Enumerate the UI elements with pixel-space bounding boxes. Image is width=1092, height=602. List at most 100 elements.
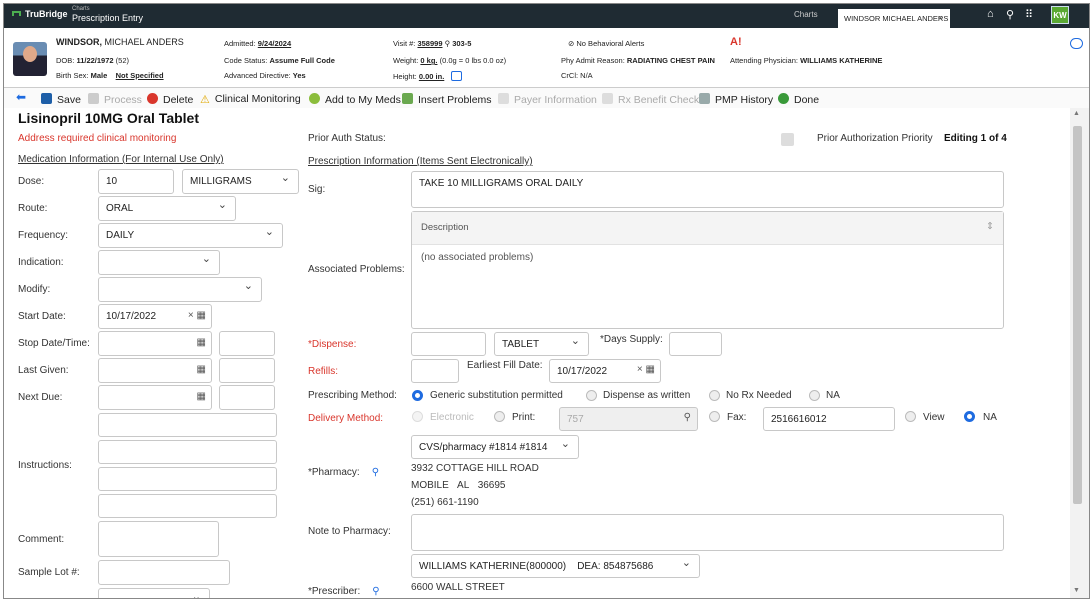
chat-icon[interactable] <box>1070 38 1083 49</box>
method-daw-radio[interactable] <box>586 390 597 401</box>
delivery-na-radio[interactable] <box>964 411 975 422</box>
visit-value[interactable]: 358999 <box>417 39 442 48</box>
scroll-up-icon[interactable]: ▲ <box>1073 110 1080 117</box>
calendar-icon[interactable]: × ▦ <box>637 364 655 375</box>
dose-unit-select[interactable]: MILLIGRAMS <box>182 169 299 194</box>
search-icon[interactable]: ⚲ <box>684 412 691 423</box>
vertical-scrollbar[interactable]: ▲ ▼ <box>1070 108 1089 598</box>
clinical-monitoring-button[interactable]: ⚠ Clinical Monitoring <box>200 93 301 106</box>
payer-information-button[interactable]: Payer Information <box>498 93 597 106</box>
allergy-alert-icon[interactable]: A! <box>730 36 742 48</box>
sample-lot-label: Sample Lot #: <box>18 567 80 578</box>
monitoring-warning[interactable]: Address required clinical monitoring <box>18 133 176 144</box>
method-na-radio[interactable] <box>809 390 820 401</box>
pharmacy-phone: (251) 661-1190 <box>411 497 479 508</box>
method-generic-radio[interactable] <box>412 390 423 401</box>
refills-input[interactable] <box>411 359 459 383</box>
instructions-line-1[interactable] <box>98 413 277 437</box>
method-daw-label[interactable]: Dispense as written <box>603 390 690 401</box>
sig-input[interactable]: TAKE 10 MILLIGRAMS ORAL DAILY <box>411 171 1004 208</box>
admitted-value[interactable]: 9/24/2024 <box>258 39 291 48</box>
physician-row: Attending Physician: WILLIAMS KATHERINE <box>730 56 882 65</box>
apps-grid-icon[interactable]: ⠿ <box>1025 8 1033 21</box>
prescriber-select[interactable]: WILLIAMS KATHERINE(800000) DEA: 85487568… <box>411 554 700 578</box>
calendar-icon[interactable]: ▦ <box>197 364 206 375</box>
delivery-na-label[interactable]: NA <box>983 412 997 423</box>
comment-input[interactable] <box>98 521 219 557</box>
instructions-line-4[interactable] <box>98 494 277 518</box>
days-supply-input[interactable] <box>669 332 722 356</box>
delivery-view-label[interactable]: View <box>923 412 945 423</box>
next-due-date-input[interactable]: ▦ <box>98 385 212 410</box>
pharmacy-select[interactable]: CVS/pharmacy #1814 #1814 <box>411 435 579 459</box>
weight-detail: (0.0g = 0 lbs 0.0 oz) <box>439 56 507 65</box>
stop-date-input[interactable]: ▦ <box>98 331 212 356</box>
note-to-pharmacy-input[interactable] <box>411 514 1004 551</box>
print-location-input[interactable]: 757 ⚲ <box>559 407 698 431</box>
dispense-qty-input[interactable] <box>411 332 486 356</box>
search-icon[interactable]: ⚲ <box>1006 8 1014 21</box>
delivery-fax-label[interactable]: Fax: <box>727 412 746 423</box>
home-icon[interactable]: ⌂ <box>987 8 994 20</box>
pharmacy-search-icon[interactable]: ⚲ <box>372 467 379 478</box>
earliest-fill-input[interactable]: 10/17/2022 × ▦ <box>549 359 661 383</box>
delete-button[interactable]: Delete <box>147 93 193 106</box>
last-given-date-input[interactable]: ▦ <box>98 358 212 383</box>
add-to-my-meds-button[interactable]: Add to My Meds <box>309 93 401 106</box>
calendar-icon[interactable]: ▦ <box>197 337 206 348</box>
weight-value[interactable]: 0 kg. <box>420 56 437 65</box>
prescriber-address: 6600 WALL STREET <box>411 582 505 593</box>
clear-icon[interactable]: × ▦ <box>188 310 206 321</box>
route-select[interactable]: ORAL <box>98 196 236 221</box>
method-na-label[interactable]: NA <box>826 390 840 401</box>
delivery-fax-radio[interactable] <box>709 411 720 422</box>
scrollbar-thumb[interactable] <box>1073 126 1082 504</box>
close-icon[interactable]: × <box>938 13 943 23</box>
save-button[interactable]: Save <box>41 93 81 106</box>
height-value[interactable]: 0.00 in. <box>419 72 444 81</box>
calendar-icon[interactable]: ▦ <box>197 391 206 402</box>
dispense-unit-select[interactable]: TABLET <box>494 332 589 356</box>
next-due-time-input[interactable] <box>219 385 275 410</box>
modify-select[interactable] <box>98 277 262 302</box>
pmp-history-button[interactable]: PMP History <box>699 93 773 106</box>
left-extra-select[interactable] <box>98 588 210 598</box>
description-column-header[interactable]: Description ⇕ <box>412 212 1003 245</box>
delivery-electronic-radio[interactable] <box>412 411 423 422</box>
user-avatar[interactable]: KW <box>1051 6 1069 24</box>
tab-patient[interactable]: WINDSOR MICHAEL ANDERS × <box>838 9 950 28</box>
insert-problems-button[interactable]: Insert Problems <box>402 93 492 106</box>
stop-time-input[interactable] <box>219 331 275 356</box>
last-given-time-input[interactable] <box>219 358 275 383</box>
prescriber-search-icon[interactable]: ⚲ <box>372 586 379 597</box>
gender-value[interactable]: Not Specified <box>116 71 164 80</box>
method-generic-label[interactable]: Generic substitution permitted <box>430 390 563 401</box>
patient-name[interactable]: WINDSOR, MICHAEL ANDERS <box>56 37 184 47</box>
delivery-print-radio[interactable] <box>494 411 505 422</box>
delivery-view-radio[interactable] <box>905 411 916 422</box>
instructions-line-3[interactable] <box>98 467 277 491</box>
back-arrow-icon[interactable]: ⬅ <box>16 90 26 104</box>
sample-lot-input[interactable] <box>98 560 230 585</box>
alerts-row[interactable]: ⊘ No Behavioral Alerts <box>568 39 644 48</box>
start-date-input[interactable]: 10/17/2022 × ▦ <box>98 304 212 329</box>
breadcrumb[interactable]: Charts <box>72 6 90 12</box>
sort-icon[interactable]: ⇕ <box>986 221 994 232</box>
delivery-print-label[interactable]: Print: <box>512 412 535 423</box>
calculator-icon[interactable] <box>451 71 463 81</box>
indication-select[interactable] <box>98 250 220 275</box>
fax-number-input[interactable]: 2516616012 <box>763 407 895 431</box>
process-button[interactable]: Process <box>88 93 142 106</box>
method-norx-label[interactable]: No Rx Needed <box>726 390 792 401</box>
patient-last-name: WINDSOR, <box>56 37 102 47</box>
delivery-electronic-label[interactable]: Electronic <box>430 412 474 423</box>
rx-benefit-check-button[interactable]: Rx Benefit Check <box>602 93 699 106</box>
done-button[interactable]: Done <box>778 93 819 106</box>
method-norx-radio[interactable] <box>709 390 720 401</box>
tab-charts[interactable]: Charts <box>794 10 818 19</box>
instructions-line-2[interactable] <box>98 440 277 464</box>
scroll-down-icon[interactable]: ▼ <box>1073 587 1080 594</box>
prior-auth-checkbox[interactable] <box>781 133 794 146</box>
dose-input[interactable]: 10 <box>98 169 174 194</box>
frequency-select[interactable]: DAILY <box>98 223 283 248</box>
